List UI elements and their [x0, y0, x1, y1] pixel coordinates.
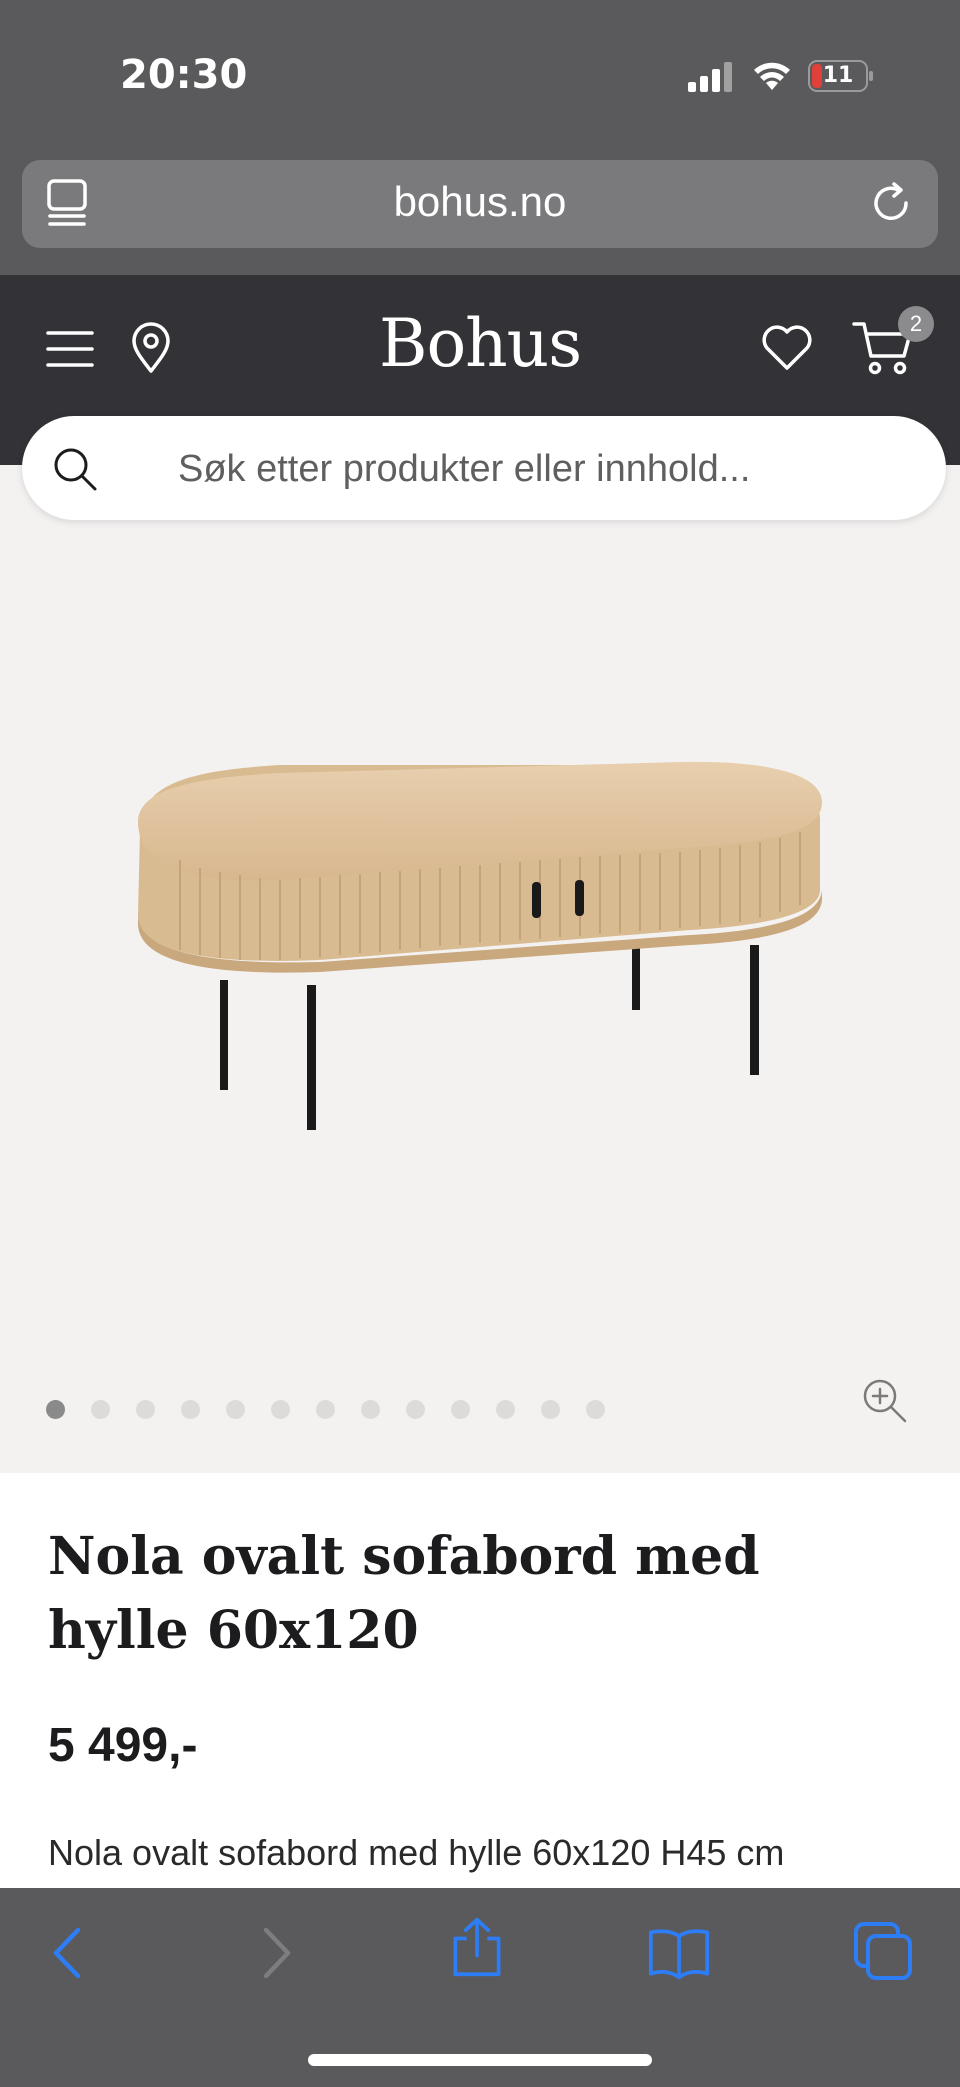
forward-icon[interactable] [244, 1922, 306, 1984]
gallery-dot[interactable] [316, 1400, 335, 1419]
wifi-icon [754, 62, 790, 90]
gallery-pagination[interactable] [46, 1400, 605, 1420]
gallery-dot[interactable] [361, 1400, 380, 1419]
gallery-dot[interactable] [91, 1400, 110, 1419]
product-description: Nola ovalt sofabord med hylle 60x120 H45… [48, 1832, 785, 1873]
reload-icon[interactable] [868, 180, 914, 226]
product-title: Nola ovalt sofabord med hylle 60x120 [48, 1526, 760, 1661]
signal-icon [688, 62, 732, 92]
cart-count-badge: 2 [898, 306, 934, 342]
gallery-dot[interactable] [406, 1400, 425, 1419]
search-input[interactable] [176, 442, 900, 496]
product-price: 5 499,- [48, 1719, 198, 1772]
battery-level: 11 [822, 63, 854, 88]
bookmarks-icon[interactable] [648, 1922, 710, 1984]
gallery-dot[interactable] [226, 1400, 245, 1419]
tabs-icon[interactable] [46, 178, 92, 228]
gallery-dot[interactable] [496, 1400, 515, 1419]
tabs-overview-icon[interactable] [852, 1920, 914, 1982]
product-image[interactable] [120, 740, 840, 1140]
heart-icon[interactable] [760, 322, 814, 372]
battery-icon: 11 [808, 60, 874, 92]
zoom-in-icon[interactable] [860, 1376, 908, 1424]
gallery-dot[interactable] [181, 1400, 200, 1419]
share-icon[interactable] [446, 1916, 508, 1978]
back-icon[interactable] [38, 1922, 100, 1984]
gallery-dot[interactable] [541, 1400, 560, 1419]
gallery-dot[interactable] [586, 1400, 605, 1419]
address-bar-url[interactable]: bohus.no [0, 178, 960, 226]
gallery-dot[interactable] [451, 1400, 470, 1419]
home-indicator[interactable] [308, 2054, 652, 2066]
gallery-dot[interactable] [136, 1400, 155, 1419]
gallery-dot[interactable] [46, 1400, 65, 1419]
site-logo[interactable]: Bohus [0, 305, 960, 382]
status-time: 20:30 [120, 52, 248, 98]
gallery-dot[interactable] [271, 1400, 290, 1419]
search-icon[interactable] [52, 446, 98, 492]
